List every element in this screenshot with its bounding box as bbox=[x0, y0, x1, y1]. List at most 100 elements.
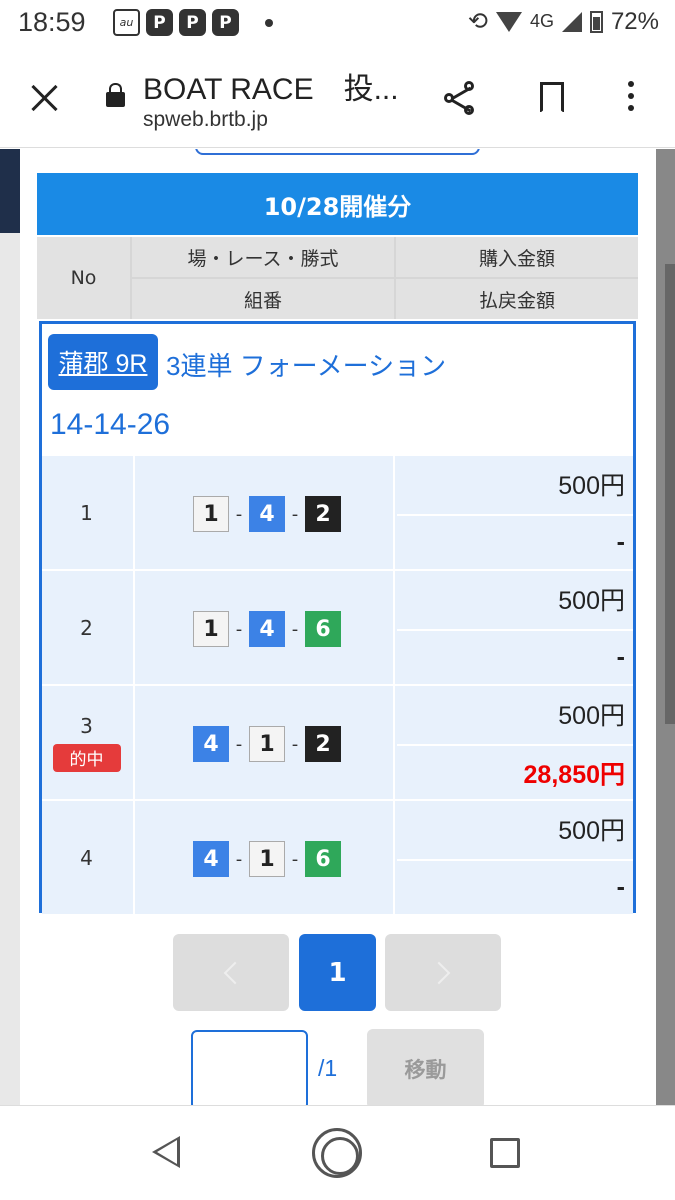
background-left-header bbox=[0, 149, 20, 233]
table-header: No 場・レース・勝式 購入金額 組番 払戻金額 bbox=[37, 237, 638, 319]
au-icon: au bbox=[113, 9, 140, 36]
modal-content: 10/28開催分 No 場・レース・勝式 購入金額 組番 払戻金額 蒲郡 9R … bbox=[20, 149, 656, 1105]
header-combo: 組番 bbox=[132, 279, 394, 319]
row-number: 4 bbox=[42, 801, 131, 914]
boat-number: 6 bbox=[305, 611, 341, 647]
close-icon[interactable] bbox=[30, 83, 60, 113]
row-number: 2 bbox=[42, 571, 131, 684]
table-row: 3 的中 4 - 1 - 2 500円 28,850円 bbox=[42, 686, 633, 799]
bet-summary: 蒲郡 9R 3連単 フォーメーション 14-14-26 bbox=[42, 324, 633, 456]
purchase-amount: 500円 bbox=[558, 702, 625, 730]
payout-amount: - bbox=[397, 629, 633, 684]
row-number-text: 4 bbox=[80, 845, 93, 870]
page-button-current[interactable]: 1 bbox=[299, 934, 376, 1011]
status-time: 18:59 bbox=[18, 7, 86, 37]
boat-number: 4 bbox=[193, 841, 229, 877]
navigation-bar bbox=[0, 1105, 675, 1200]
purchase-amount: 500円 bbox=[558, 472, 625, 500]
header-payout: 払戻金額 bbox=[396, 279, 638, 319]
system-status: ⟲ 4G 72% bbox=[468, 7, 659, 36]
paypay-icon: P bbox=[212, 9, 239, 36]
notification-icons: au P P P bbox=[113, 9, 273, 36]
boat-number: 1 bbox=[193, 496, 229, 532]
bet-card: 蒲郡 9R 3連単 フォーメーション 14-14-26 1 1 - 4 - 2 … bbox=[39, 321, 636, 914]
boat-number: 2 bbox=[305, 496, 341, 532]
chevron-right-icon bbox=[427, 961, 451, 984]
page-url[interactable]: spweb.brtb.jp bbox=[143, 108, 268, 132]
boat-number: 4 bbox=[249, 496, 285, 532]
back-icon[interactable] bbox=[152, 1136, 180, 1168]
payout-amount: - bbox=[397, 859, 633, 914]
date-header: 10/28開催分 bbox=[37, 173, 638, 235]
combination-cell: 4 - 1 - 2 bbox=[133, 686, 395, 799]
bet-type: 3連単 フォーメーション bbox=[166, 351, 447, 381]
combination-cell: 4 - 1 - 6 bbox=[133, 801, 395, 914]
header-amount: 購入金額 bbox=[396, 237, 638, 277]
separator: - bbox=[235, 618, 243, 640]
boat-number: 6 bbox=[305, 841, 341, 877]
separator: - bbox=[291, 848, 299, 870]
boat-number: 2 bbox=[305, 726, 341, 762]
battery-icon bbox=[589, 10, 603, 33]
payout-amount: 28,850円 bbox=[397, 744, 633, 799]
more-options-icon[interactable] bbox=[626, 81, 636, 115]
share-icon[interactable] bbox=[444, 81, 478, 117]
previous-button-edge[interactable] bbox=[195, 149, 480, 155]
page-total: /1 bbox=[318, 1055, 338, 1081]
combination: 1 - 4 - 2 bbox=[193, 496, 341, 532]
separator: - bbox=[291, 503, 299, 525]
lock-icon[interactable] bbox=[106, 83, 125, 107]
payout-amount: - bbox=[397, 514, 633, 569]
more-notifications-dot bbox=[265, 18, 273, 27]
chevron-left-icon bbox=[223, 961, 247, 984]
background-right-strip bbox=[665, 264, 675, 724]
nfc-icon: ⟲ bbox=[467, 8, 488, 35]
purchase-amount: 500円 bbox=[558, 817, 625, 845]
separator: - bbox=[291, 618, 299, 640]
page-title[interactable]: BOAT RACE 投... bbox=[143, 64, 399, 108]
boat-number: 1 bbox=[249, 841, 285, 877]
browser-toolbar: BOAT RACE 投... spweb.brtb.jp bbox=[0, 48, 675, 148]
paypay-icon: P bbox=[179, 9, 206, 36]
background-left bbox=[0, 149, 20, 1105]
web-content: 10/28開催分 No 場・レース・勝式 購入金額 組番 払戻金額 蒲郡 9R … bbox=[0, 149, 675, 1105]
prev-page-button[interactable] bbox=[173, 934, 289, 1011]
paypay-icon: P bbox=[146, 9, 173, 36]
bookmark-icon[interactable] bbox=[540, 82, 564, 113]
battery-level: 72% bbox=[610, 7, 659, 35]
table-row: 4 4 - 1 - 6 500円 - bbox=[42, 801, 633, 914]
bet-code: 14-14-26 bbox=[50, 408, 171, 441]
recent-apps-icon[interactable] bbox=[490, 1138, 520, 1168]
row-number: 3 的中 bbox=[42, 686, 131, 799]
combination: 4 - 1 - 2 bbox=[193, 726, 341, 762]
signal-icon bbox=[561, 11, 582, 32]
separator: - bbox=[235, 848, 243, 870]
boat-number: 4 bbox=[193, 726, 229, 762]
boat-number: 1 bbox=[193, 611, 229, 647]
table-row: 1 1 - 4 - 2 500円 - bbox=[42, 456, 633, 569]
boat-number: 4 bbox=[249, 611, 285, 647]
page-number-input[interactable] bbox=[191, 1030, 308, 1105]
status-bar: 18:59 au P P P ⟲ 4G 72% bbox=[0, 0, 675, 48]
combination-cell: 1 - 4 - 6 bbox=[133, 571, 395, 684]
row-number-text: 2 bbox=[80, 615, 93, 640]
combination-cell: 1 - 4 - 2 bbox=[133, 456, 395, 569]
header-race: 場・レース・勝式 bbox=[132, 237, 394, 277]
row-number-text: 1 bbox=[80, 500, 93, 525]
header-no: No bbox=[37, 237, 130, 319]
purchase-amount: 500円 bbox=[558, 587, 625, 615]
wifi-icon bbox=[495, 11, 522, 32]
next-page-button[interactable] bbox=[385, 934, 501, 1011]
move-button[interactable]: 移動 bbox=[367, 1029, 484, 1105]
row-number-text: 3 bbox=[80, 713, 93, 738]
hit-badge: 的中 bbox=[52, 743, 121, 772]
combination: 4 - 1 - 6 bbox=[193, 841, 341, 877]
table-row: 2 1 - 4 - 6 500円 - bbox=[42, 571, 633, 684]
separator: - bbox=[235, 733, 243, 755]
boat-number: 1 bbox=[249, 726, 285, 762]
home-icon[interactable] bbox=[312, 1128, 362, 1178]
combination: 1 - 4 - 6 bbox=[193, 611, 341, 647]
separator: - bbox=[235, 503, 243, 525]
separator: - bbox=[291, 733, 299, 755]
race-link[interactable]: 蒲郡 9R bbox=[48, 334, 158, 390]
